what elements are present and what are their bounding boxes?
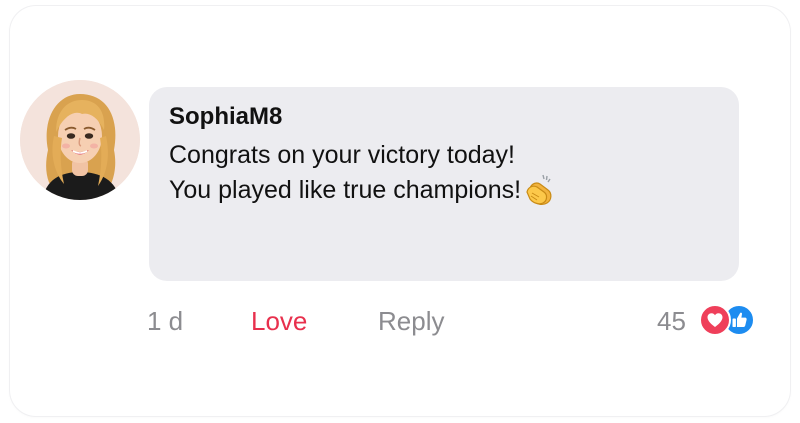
comment-text-line-1: Congrats on your victory today! bbox=[169, 139, 515, 171]
comment-username[interactable]: SophiaM8 bbox=[169, 103, 282, 131]
comment-text-line-2: You played like true champions! bbox=[169, 172, 556, 214]
avatar[interactable] bbox=[20, 80, 140, 200]
reply-button[interactable]: Reply bbox=[378, 305, 444, 337]
avatar-woman-blonde-icon bbox=[20, 80, 140, 200]
comment-timestamp: 1 d bbox=[147, 306, 184, 336]
clapping-hands-icon bbox=[522, 172, 556, 214]
comment-text: Congrats on your victory today! bbox=[169, 141, 515, 169]
heart-icon bbox=[699, 304, 731, 336]
reaction-count[interactable]: 45 bbox=[657, 305, 686, 337]
love-button[interactable]: Love bbox=[251, 305, 307, 337]
comment-text: You played like true champions! bbox=[169, 176, 522, 204]
reaction-summary[interactable] bbox=[699, 304, 755, 336]
